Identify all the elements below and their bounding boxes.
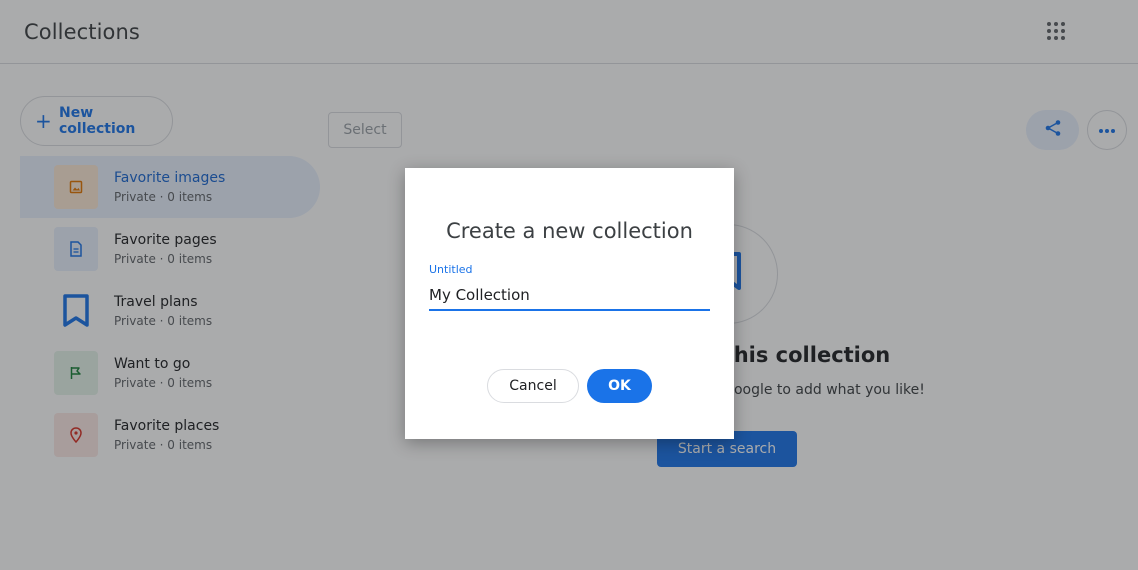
cancel-button[interactable]: Cancel bbox=[487, 369, 579, 403]
create-collection-dialog: Create a new collection Untitled Cancel … bbox=[405, 168, 734, 439]
collection-name-label: Untitled bbox=[429, 263, 473, 276]
collection-name-input[interactable] bbox=[429, 285, 710, 311]
dialog-title: Create a new collection bbox=[446, 219, 693, 243]
ok-button[interactable]: OK bbox=[587, 369, 652, 403]
